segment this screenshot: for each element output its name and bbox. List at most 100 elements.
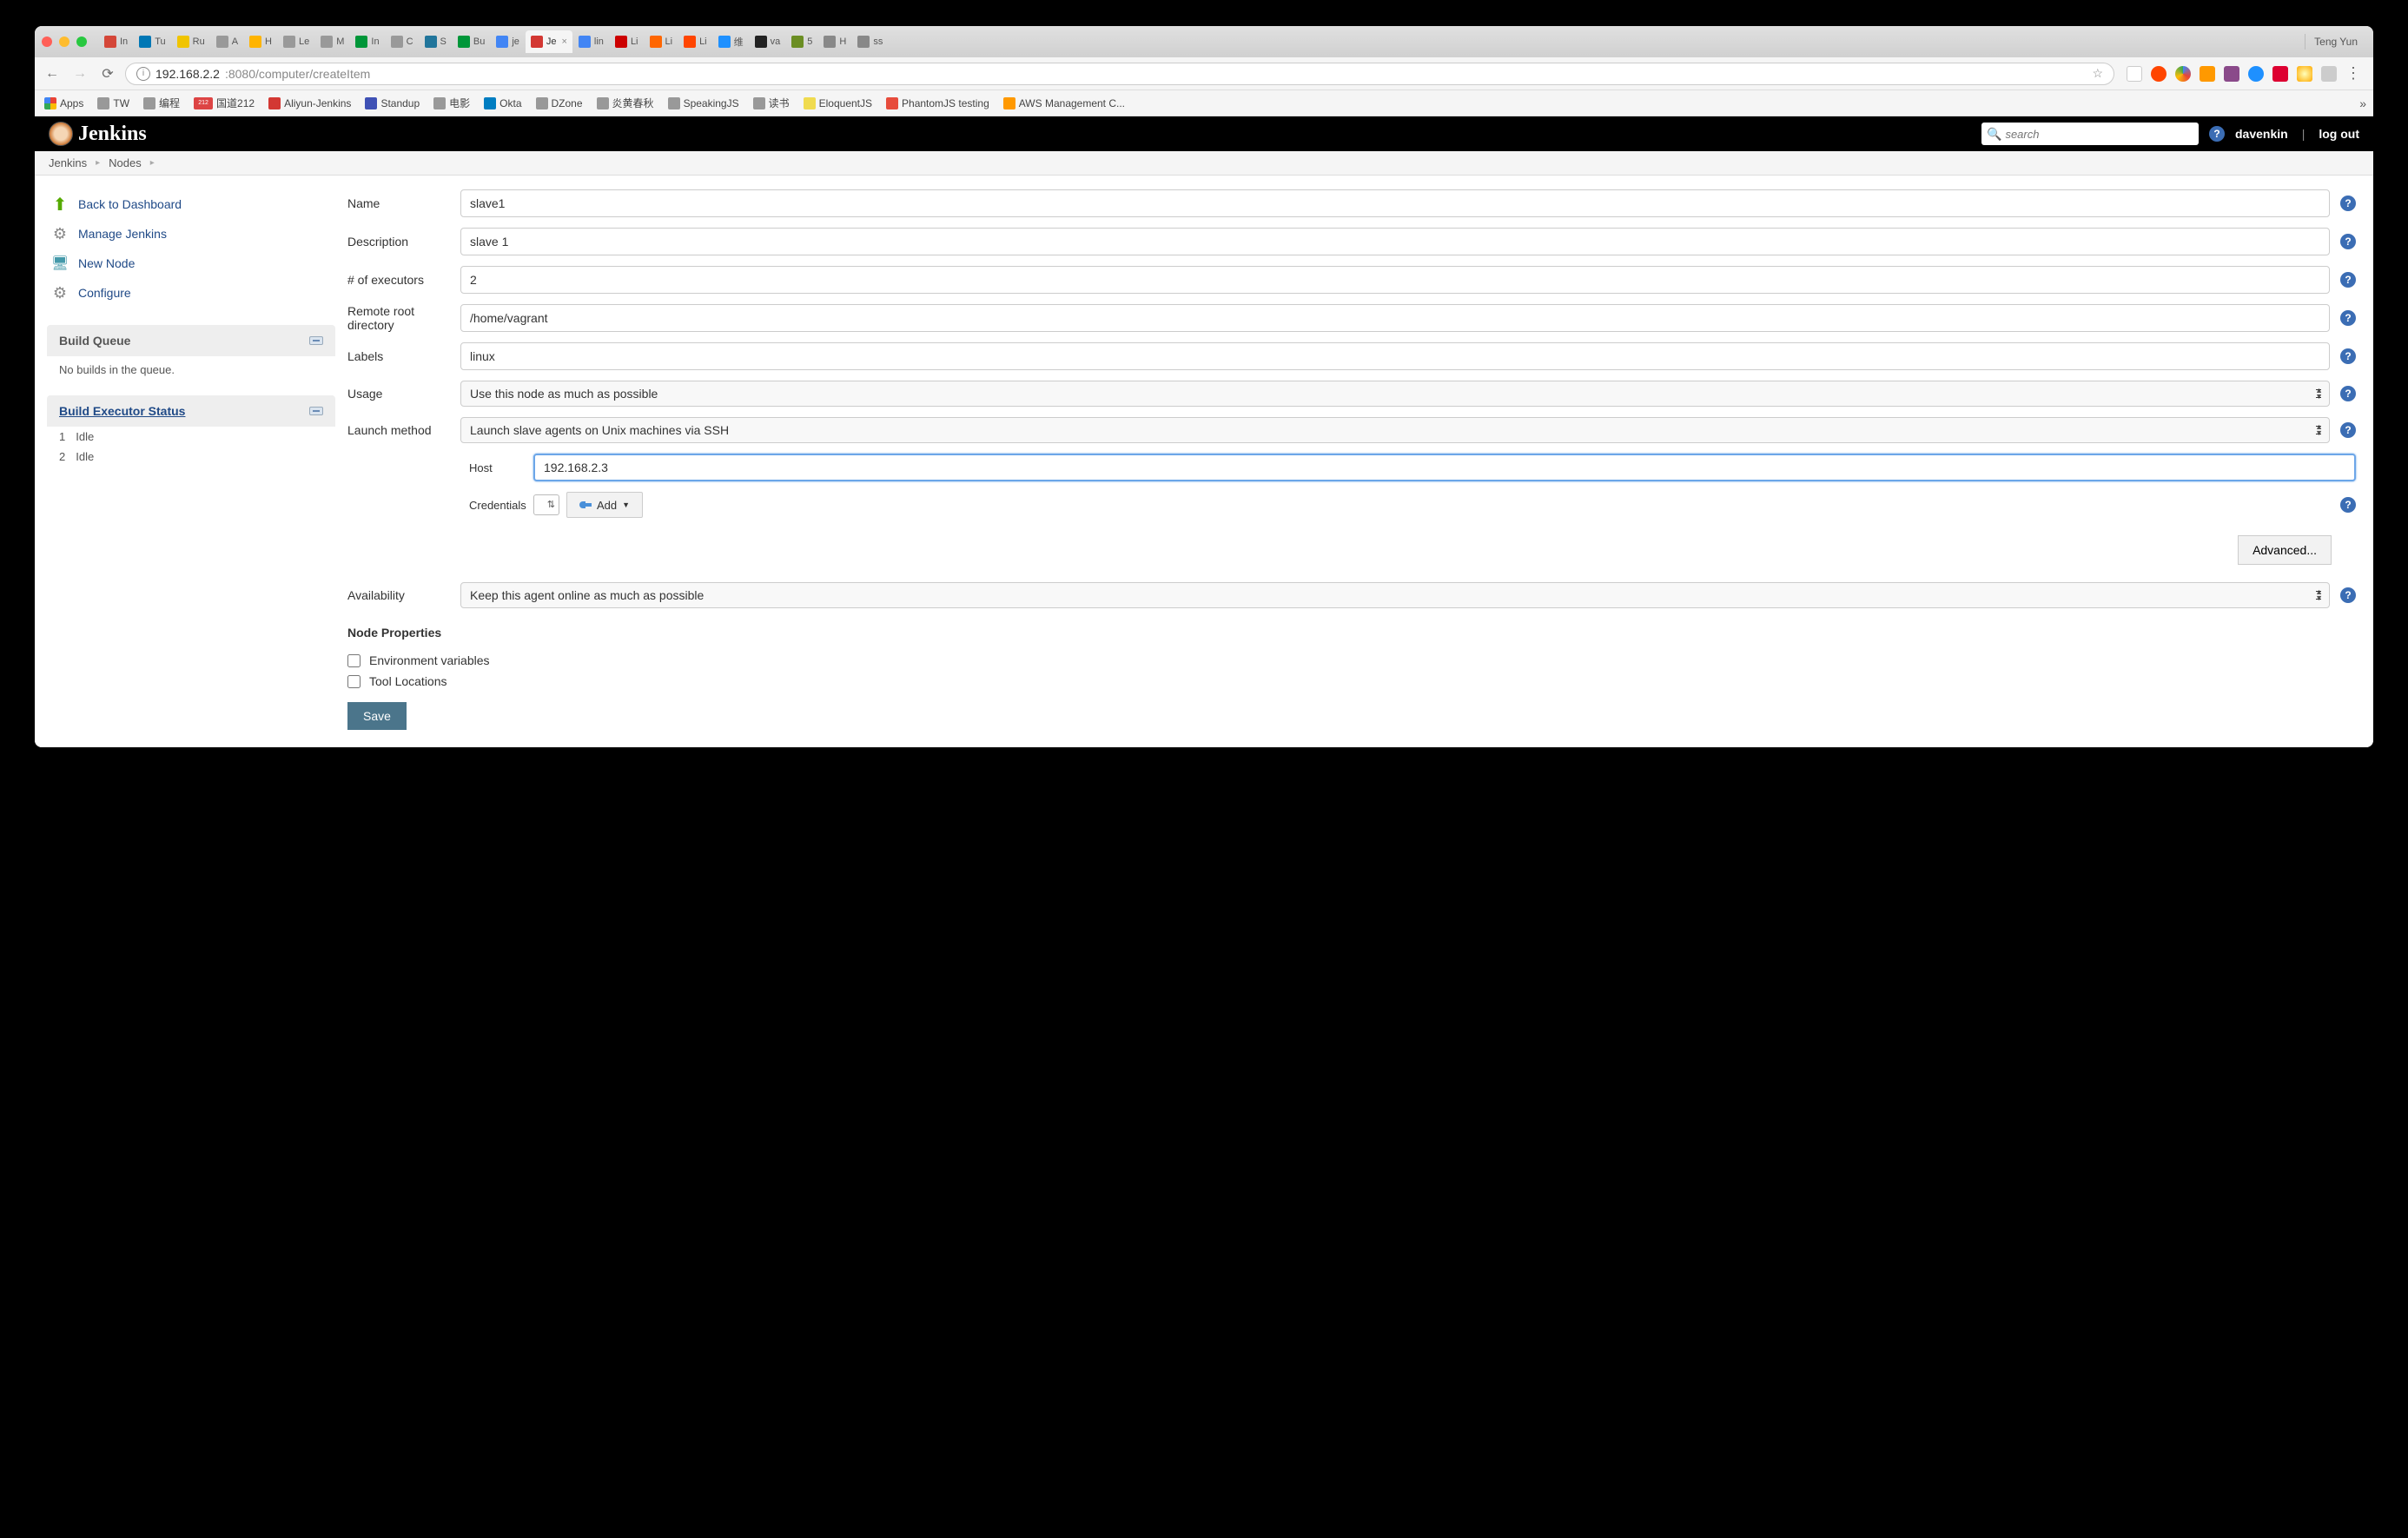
extension-icon[interactable] — [2297, 66, 2312, 82]
site-info-icon[interactable]: i — [136, 67, 150, 81]
extension-icon[interactable] — [2175, 66, 2191, 82]
bookmark-item[interactable]: SpeakingJS — [665, 94, 742, 112]
bookmark-item[interactable]: PhantomJS testing — [883, 94, 992, 112]
browser-tab[interactable]: H — [244, 30, 277, 53]
browser-tab[interactable]: A — [211, 30, 243, 53]
minimize-window-button[interactable] — [59, 36, 69, 47]
reload-button[interactable]: ⟳ — [97, 63, 118, 84]
description-input[interactable] — [460, 228, 2330, 255]
bookmark-item[interactable]: 读书 — [751, 94, 792, 112]
current-user[interactable]: davenkin — [2235, 127, 2288, 141]
help-icon[interactable]: ? — [2340, 422, 2356, 438]
bookmarks-overflow-icon[interactable]: » — [2359, 96, 2366, 110]
browser-tab[interactable]: S — [420, 30, 452, 53]
browser-tab[interactable]: Bu — [453, 30, 490, 53]
bookmark-item[interactable]: Aliyun-Jenkins — [266, 94, 354, 112]
panel-title[interactable]: Build Executor Status — [59, 404, 185, 418]
browser-tab[interactable]: 5 — [786, 30, 817, 53]
jenkins-logo[interactable]: Jenkins — [49, 122, 147, 146]
browser-tab[interactable]: C — [386, 30, 419, 53]
bookmark-item[interactable]: Okta — [481, 94, 524, 112]
collapse-icon[interactable] — [309, 407, 323, 415]
extension-icon[interactable] — [2200, 66, 2215, 82]
remote-root-input[interactable] — [460, 304, 2330, 332]
extension-icon[interactable] — [2248, 66, 2264, 82]
browser-tab[interactable]: Li — [678, 30, 712, 53]
tool-locations-checkbox[interactable] — [347, 675, 361, 688]
bookmark-item[interactable]: TW — [95, 94, 132, 112]
browser-tab[interactable]: In — [350, 30, 384, 53]
browser-profile[interactable]: Teng Yun — [2305, 34, 2366, 50]
extension-icon[interactable] — [2127, 66, 2142, 82]
sidebar-configure[interactable]: ⚙ Configure — [47, 278, 335, 308]
bookmark-item[interactable]: 电影 — [431, 94, 473, 112]
browser-tab[interactable]: ss — [852, 30, 888, 53]
browser-tab[interactable]: Li — [610, 30, 644, 53]
host-input[interactable] — [533, 454, 2356, 481]
bookmark-star-icon[interactable]: ☆ — [2092, 66, 2103, 81]
bookmark-item[interactable]: EloquentJS — [801, 94, 875, 112]
help-icon[interactable]: ? — [2340, 497, 2356, 513]
browser-tab[interactable]: Ru — [172, 30, 210, 53]
browser-tab[interactable]: Tu — [134, 30, 170, 53]
env-vars-checkbox[interactable] — [347, 654, 361, 667]
breadcrumb-item[interactable]: Nodes — [109, 156, 142, 169]
usage-select[interactable]: Use this node as much as possible — [460, 381, 2330, 407]
launch-method-select[interactable]: Launch slave agents on Unix machines via… — [460, 417, 2330, 443]
help-icon[interactable]: ? — [2340, 348, 2356, 364]
browser-menu-icon[interactable]: ⋮ — [2345, 64, 2361, 83]
browser-tab[interactable]: lin — [573, 30, 609, 53]
close-window-button[interactable] — [42, 36, 52, 47]
browser-tab[interactable]: In — [99, 30, 133, 53]
executors-input[interactable] — [460, 266, 2330, 294]
save-button[interactable]: Save — [347, 702, 407, 730]
forward-button[interactable]: → — [69, 63, 90, 84]
extension-icon[interactable] — [2272, 66, 2288, 82]
bookmark-item[interactable]: 炎黄春秋 — [594, 94, 657, 112]
address-bar[interactable]: i 192.168.2.2:8080/computer/createItem ☆ — [125, 63, 2114, 85]
extension-icon[interactable] — [2321, 66, 2337, 82]
bookmark-item[interactable]: 212国道212 — [191, 94, 257, 112]
help-icon[interactable]: ? — [2340, 587, 2356, 603]
logout-link[interactable]: log out — [2319, 127, 2359, 141]
help-icon[interactable]: ? — [2340, 310, 2356, 326]
bookmark-item[interactable]: AWS Management C... — [1001, 94, 1128, 112]
browser-tab[interactable]: Le — [278, 30, 314, 53]
browser-tab[interactable]: Li — [645, 30, 678, 53]
bookmark-item[interactable]: Standup — [362, 94, 422, 112]
breadcrumb-item[interactable]: Jenkins — [49, 156, 87, 169]
help-icon[interactable]: ? — [2340, 272, 2356, 288]
bookmark-item[interactable]: 编程 — [141, 94, 182, 112]
extension-icon[interactable] — [2151, 66, 2167, 82]
bookmark-item[interactable]: DZone — [533, 94, 585, 112]
search-input[interactable] — [2005, 128, 2193, 141]
help-icon[interactable]: ? — [2340, 386, 2356, 401]
help-icon[interactable]: ? — [2340, 196, 2356, 211]
browser-tab[interactable]: je — [491, 30, 525, 53]
collapse-icon[interactable] — [309, 336, 323, 345]
favicon-icon — [579, 36, 591, 48]
browser-tab[interactable]: H — [818, 30, 851, 53]
sidebar-new-node[interactable]: 🖥 New Node — [47, 249, 335, 278]
help-icon[interactable]: ? — [2209, 126, 2225, 142]
browser-tab[interactable]: Je× — [526, 30, 572, 53]
tab-label: H — [265, 36, 272, 47]
search-box[interactable]: 🔍 — [1981, 123, 2199, 145]
advanced-button[interactable]: Advanced... — [2238, 535, 2332, 565]
name-input[interactable] — [460, 189, 2330, 217]
sidebar-manage-jenkins[interactable]: ⚙ Manage Jenkins — [47, 219, 335, 249]
labels-input[interactable] — [460, 342, 2330, 370]
extension-icon[interactable] — [2224, 66, 2239, 82]
bookmark-item[interactable]: Apps — [42, 94, 86, 112]
browser-tab[interactable]: va — [750, 30, 786, 53]
sidebar-back-to-dashboard[interactable]: ⬆ Back to Dashboard — [47, 189, 335, 219]
add-credentials-button[interactable]: Add ▼ — [566, 492, 643, 518]
close-tab-icon[interactable]: × — [562, 36, 567, 47]
browser-tab[interactable]: 维 — [713, 30, 749, 53]
browser-tab[interactable]: M — [315, 30, 349, 53]
availability-select[interactable]: Keep this agent online as much as possib… — [460, 582, 2330, 608]
credentials-select[interactable] — [533, 494, 559, 515]
maximize-window-button[interactable] — [76, 36, 87, 47]
back-button[interactable]: ← — [42, 63, 63, 84]
help-icon[interactable]: ? — [2340, 234, 2356, 249]
